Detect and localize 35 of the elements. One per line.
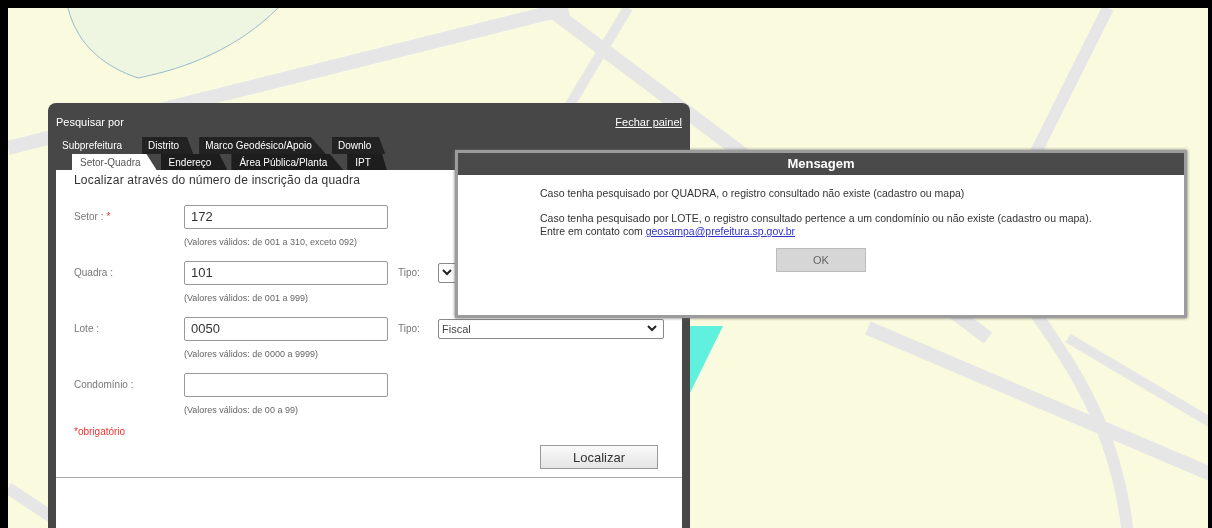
ok-button[interactable]: OK <box>776 248 866 272</box>
section-heading: Localizar através do número de inscrição da quadra <box>74 173 362 187</box>
close-panel-link[interactable]: Fechar painel <box>615 116 682 128</box>
message-text: Caso tenha pesquisado por QUADRA, o registro consultado não existe (cadastro ou mapa) <box>540 187 966 200</box>
type-select[interactable]: Fiscal <box>438 318 664 339</box>
tab[interactable]: Downlo <box>331 137 386 154</box>
field-hint: (Valores válidos: de 00 a 99) <box>184 404 298 417</box>
field-hint: (Valores válidos: de 0000 a 9999) <box>184 348 318 361</box>
tab[interactable]: Área Pública/Planta <box>231 154 344 170</box>
dialog-title: Mensagem <box>458 153 1184 175</box>
tab[interactable]: Endereço <box>160 154 228 170</box>
chevron-down-icon <box>442 269 452 276</box>
locate-button[interactable]: Localizar <box>540 445 658 469</box>
tab[interactable]: Setor-Quadra <box>72 154 157 170</box>
input-field[interactable]: 0050 <box>184 316 388 341</box>
input-field[interactable]: 172 <box>184 204 388 229</box>
field-label: Condomínio : <box>74 379 134 390</box>
tab[interactable]: IPT <box>347 154 387 170</box>
tab[interactable]: Distrito <box>142 137 194 154</box>
field-label: Tipo: <box>398 323 421 334</box>
field-label: Tipo: <box>398 267 421 278</box>
tab[interactable]: Marco Geodésico/Apoio <box>199 137 326 154</box>
input-field[interactable]: 101 <box>184 260 388 285</box>
field-label: Setor : <box>74 211 104 222</box>
required-mark: * <box>106 211 111 222</box>
input-field[interactable] <box>184 372 388 397</box>
field-hint: (Valores válidos: de 001 a 310, exceto 092) <box>184 236 357 249</box>
message-text: Caso tenha pesquisado por LOTE, o registro consultado pertence a um condomínio ou não existe (cadastro ou mapa). Entre em contato com geosampa@prefeitura.sp.gov.br <box>540 212 1093 238</box>
chevron-down-icon <box>647 325 657 332</box>
field-hint: (Valores válidos: de 001 a 999) <box>184 292 308 305</box>
field-label: Quadra : <box>74 267 113 278</box>
email-link[interactable]: geosampa@prefeitura.sp.gov.br <box>645 225 796 237</box>
field-label: Lote : <box>74 323 100 334</box>
required-note: *obrigatório <box>74 426 127 437</box>
panel-title: Pesquisar por <box>56 116 124 128</box>
